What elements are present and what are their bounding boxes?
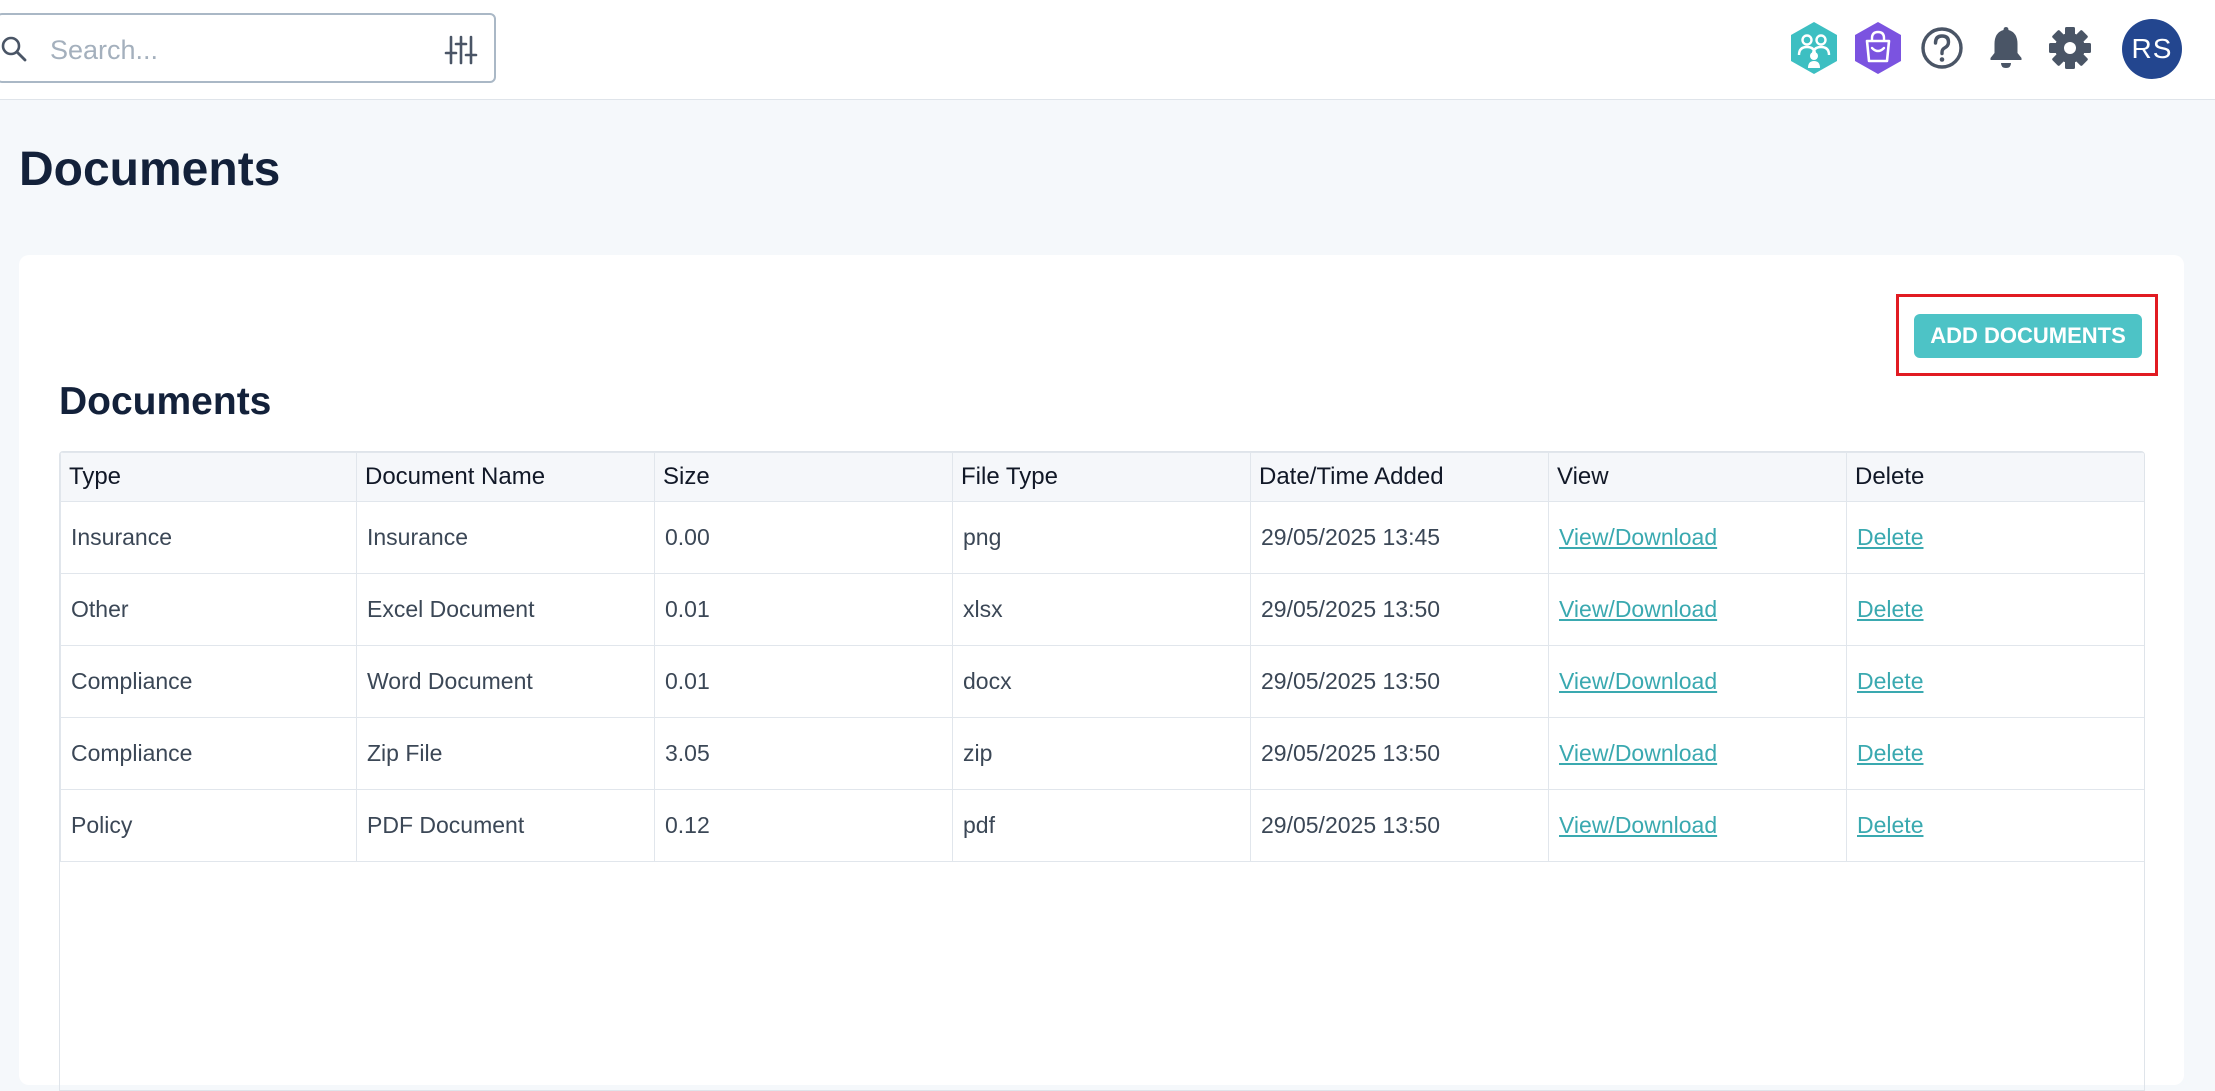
cell-type: Other — [60, 573, 357, 646]
cell-date-added: 29/05/2025 13:50 — [1250, 789, 1549, 862]
cell-delete: Delete — [1846, 501, 2144, 574]
cell-file-type: xlsx — [952, 573, 1251, 646]
cell-size: 0.01 — [654, 645, 953, 718]
cell-view: View/Download — [1548, 573, 1847, 646]
cell-delete: Delete — [1846, 645, 2144, 718]
cell-view: View/Download — [1548, 717, 1847, 790]
cell-delete: Delete — [1846, 717, 2144, 790]
view-download-link[interactable]: View/Download — [1559, 596, 1717, 622]
cell-date-added: 29/05/2025 13:45 — [1250, 501, 1549, 574]
bell-icon[interactable] — [1978, 20, 2034, 76]
table-row: Policy PDF Document 0.12 pdf 29/05/2025 … — [60, 789, 2144, 862]
avatar[interactable]: RS — [2122, 19, 2182, 79]
cell-view: View/Download — [1548, 789, 1847, 862]
cell-date-added: 29/05/2025 13:50 — [1250, 645, 1549, 718]
shopping-bag-hex-icon[interactable] — [1850, 20, 1906, 76]
page-title: Documents — [19, 143, 281, 196]
column-header-delete: Delete — [1846, 452, 2144, 502]
cell-delete: Delete — [1846, 573, 2144, 646]
search-icon — [1, 36, 27, 62]
help-icon[interactable] — [1914, 20, 1970, 76]
table-row: Compliance Word Document 0.01 docx 29/05… — [60, 645, 2144, 718]
cell-document-name: Word Document — [356, 645, 655, 718]
gear-icon[interactable] — [2042, 20, 2098, 76]
cell-date-added: 29/05/2025 13:50 — [1250, 573, 1549, 646]
section-title: Documents — [59, 380, 272, 423]
cell-size: 0.01 — [654, 573, 953, 646]
cell-file-type: zip — [952, 717, 1251, 790]
documents-table-frame: Type Document Name Size File Type Date/T… — [59, 451, 2145, 1091]
search-input[interactable] — [48, 27, 432, 73]
delete-link[interactable]: Delete — [1857, 668, 1923, 694]
cell-document-name: PDF Document — [356, 789, 655, 862]
delete-link[interactable]: Delete — [1857, 812, 1923, 838]
cell-document-name: Insurance — [356, 501, 655, 574]
add-documents-button[interactable]: ADD DOCUMENTS — [1914, 314, 2142, 358]
column-header-date-added[interactable]: Date/Time Added — [1250, 452, 1549, 502]
table-header-row: Type Document Name Size File Type Date/T… — [60, 452, 2144, 502]
cell-type: Policy — [60, 789, 357, 862]
people-hex-icon[interactable] — [1786, 20, 1842, 76]
cell-date-added: 29/05/2025 13:50 — [1250, 717, 1549, 790]
delete-link[interactable]: Delete — [1857, 524, 1923, 550]
table-row: Other Excel Document 0.01 xlsx 29/05/202… — [60, 573, 2144, 646]
documents-table: Type Document Name Size File Type Date/T… — [60, 452, 2144, 862]
cell-size: 0.12 — [654, 789, 953, 862]
cell-view: View/Download — [1548, 645, 1847, 718]
table-row: Compliance Zip File 3.05 zip 29/05/2025 … — [60, 717, 2144, 790]
column-header-file-type[interactable]: File Type — [952, 452, 1251, 502]
view-download-link[interactable]: View/Download — [1559, 524, 1717, 550]
column-header-view: View — [1548, 452, 1847, 502]
view-download-link[interactable]: View/Download — [1559, 812, 1717, 838]
view-download-link[interactable]: View/Download — [1559, 668, 1717, 694]
cell-size: 3.05 — [654, 717, 953, 790]
cell-document-name: Zip File — [356, 717, 655, 790]
cell-type: Insurance — [60, 501, 357, 574]
cell-delete: Delete — [1846, 789, 2144, 862]
cell-file-type: png — [952, 501, 1251, 574]
cell-view: View/Download — [1548, 501, 1847, 574]
view-download-link[interactable]: View/Download — [1559, 740, 1717, 766]
delete-link[interactable]: Delete — [1857, 740, 1923, 766]
filter-sliders-icon[interactable] — [444, 33, 478, 67]
column-header-size[interactable]: Size — [654, 452, 953, 502]
cell-file-type: docx — [952, 645, 1251, 718]
cell-file-type: pdf — [952, 789, 1251, 862]
table-row: Insurance Insurance 0.00 png 29/05/2025 … — [60, 501, 2144, 574]
column-header-document-name[interactable]: Document Name — [356, 452, 655, 502]
delete-link[interactable]: Delete — [1857, 596, 1923, 622]
cell-type: Compliance — [60, 717, 357, 790]
top-bar: RS — [0, 0, 2215, 100]
cell-size: 0.00 — [654, 501, 953, 574]
cell-type: Compliance — [60, 645, 357, 718]
cell-document-name: Excel Document — [356, 573, 655, 646]
column-header-type[interactable]: Type — [60, 452, 357, 502]
search-box[interactable] — [0, 13, 496, 83]
